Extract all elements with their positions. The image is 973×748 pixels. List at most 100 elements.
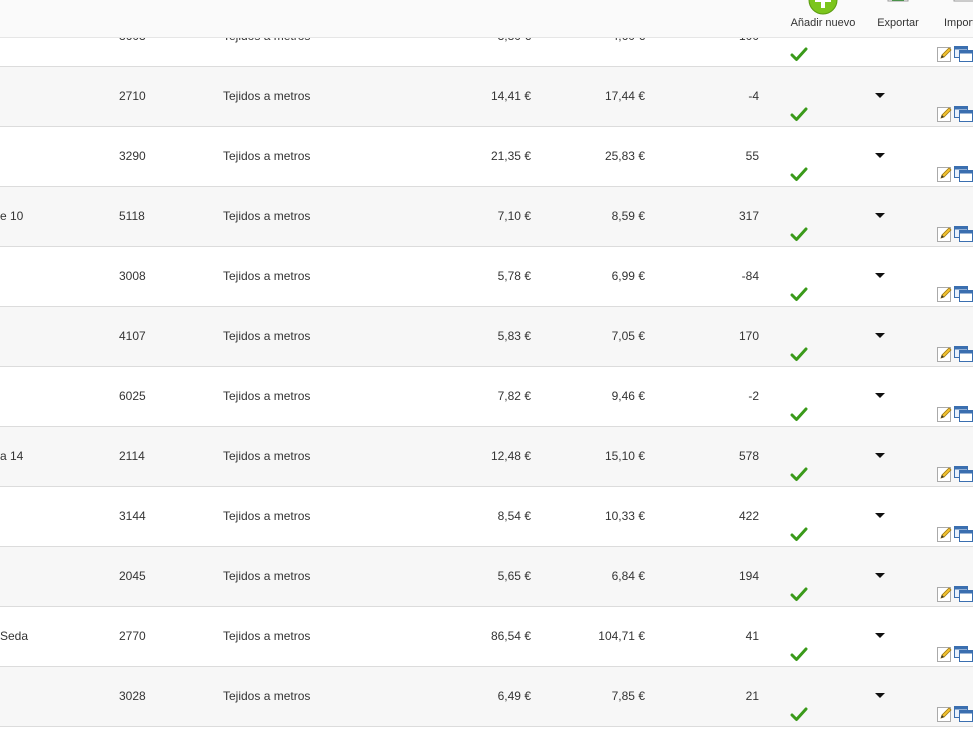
- status-check-icon[interactable]: [790, 89, 808, 121]
- caret-down-icon[interactable]: [875, 273, 885, 278]
- duplicate-icon[interactable]: [954, 569, 973, 602]
- category-cell: Tejidos a metros: [223, 389, 311, 403]
- table-row[interactable]: e 10 5118 Tejidos a metros 7,10 € 8,59 € 317: [0, 187, 973, 247]
- table-row[interactable]: Seda 2770 Tejidos a metros 86,54 € 104,71 € 4…: [0, 607, 973, 667]
- edit-icon[interactable]: [937, 509, 953, 542]
- base-price-cell: 6,49 €: [497, 689, 531, 703]
- duplicate-icon[interactable]: [954, 629, 973, 662]
- final-price-cell: 6,99 €: [611, 269, 645, 283]
- caret-down-icon[interactable]: [875, 333, 885, 338]
- base-price-cell: 14,41 €: [490, 89, 531, 103]
- reference-cell: 2114: [119, 449, 145, 463]
- reference-cell: 3008: [119, 269, 146, 283]
- duplicate-icon[interactable]: [954, 209, 973, 242]
- final-price-cell: 10,33 €: [604, 509, 645, 523]
- reference-cell: 6025: [119, 389, 146, 403]
- table-row[interactable]: 4107 Tejidos a metros 5,83 € 7,05 € 170: [0, 307, 973, 367]
- table-row[interactable]: 3008 Tejidos a metros 5,78 € 6,99 € -84: [0, 247, 973, 307]
- status-check-icon[interactable]: [790, 149, 808, 181]
- edit-icon[interactable]: [937, 449, 953, 482]
- caret-down-icon[interactable]: [875, 693, 885, 698]
- quantity-cell: -4: [748, 89, 759, 103]
- reference-cell: 2045: [119, 569, 146, 583]
- caret-down-icon[interactable]: [875, 93, 885, 98]
- status-check-icon[interactable]: [790, 569, 808, 601]
- base-price-cell: 86,54 €: [490, 629, 531, 643]
- caret-down-icon[interactable]: [875, 393, 885, 398]
- svg-text:x: x: [966, 0, 972, 3]
- status-check-icon[interactable]: [790, 689, 808, 721]
- table-row[interactable]: 2710 Tejidos a metros 14,41 € 17,44 € -4: [0, 67, 973, 127]
- export-label: Exportar: [877, 17, 919, 29]
- final-price-cell: 9,46 €: [611, 389, 645, 403]
- reference-cell: 2710: [119, 89, 146, 103]
- status-check-icon[interactable]: [790, 389, 808, 421]
- edit-icon[interactable]: [937, 629, 953, 662]
- quantity-cell: 55: [745, 149, 759, 163]
- product-name-cell: a 14: [0, 449, 24, 463]
- reference-cell: 3144: [119, 509, 146, 523]
- quantity-cell: 41: [745, 629, 759, 643]
- caret-down-icon[interactable]: [875, 213, 885, 218]
- caret-down-icon[interactable]: [875, 513, 885, 518]
- category-cell: Tejidos a metros: [223, 689, 311, 703]
- quantity-cell: 170: [738, 329, 759, 343]
- category-cell: Tejidos a metros: [223, 329, 311, 343]
- category-cell: Tejidos a metros: [223, 569, 311, 583]
- category-cell: Tejidos a metros: [223, 509, 311, 523]
- category-cell: Tejidos a metros: [223, 449, 311, 463]
- table-row[interactable]: 3290 Tejidos a metros 21,35 € 25,83 € 55: [0, 127, 973, 187]
- duplicate-icon[interactable]: [954, 449, 973, 482]
- duplicate-icon[interactable]: [954, 89, 973, 122]
- export-button[interactable]: x Exportar: [869, 0, 927, 37]
- duplicate-icon[interactable]: [954, 509, 973, 542]
- final-price-cell: 17,44 €: [604, 89, 645, 103]
- quantity-cell: -2: [748, 389, 759, 403]
- edit-icon[interactable]: [937, 89, 953, 122]
- edit-icon[interactable]: [937, 569, 953, 602]
- quantity-cell: 578: [738, 449, 759, 463]
- duplicate-icon[interactable]: [954, 329, 973, 362]
- export-excel-icon: x: [887, 0, 909, 3]
- final-price-cell: 7,05 €: [611, 329, 645, 343]
- base-price-cell: 5,83 €: [497, 329, 531, 343]
- duplicate-icon[interactable]: [954, 149, 973, 182]
- caret-down-icon[interactable]: [875, 633, 885, 638]
- duplicate-icon[interactable]: [954, 269, 973, 302]
- base-price-cell: 21,35 €: [490, 149, 531, 163]
- table-row[interactable]: 3028 Tejidos a metros 6,49 € 7,85 € 21: [0, 667, 973, 727]
- edit-icon[interactable]: [937, 269, 953, 302]
- product-name-cell: Seda: [0, 629, 29, 643]
- caret-down-icon[interactable]: [875, 153, 885, 158]
- edit-icon[interactable]: [937, 149, 953, 182]
- duplicate-icon[interactable]: [954, 689, 973, 722]
- reference-cell: 3290: [119, 149, 146, 163]
- edit-icon[interactable]: [937, 209, 953, 242]
- reference-cell: 2770: [119, 629, 146, 643]
- edit-icon[interactable]: [937, 689, 953, 722]
- reference-cell: 3028: [119, 689, 146, 703]
- edit-icon[interactable]: [937, 329, 953, 362]
- duplicate-icon[interactable]: [954, 389, 973, 422]
- table-row[interactable]: 6025 Tejidos a metros 7,82 € 9,46 € -2: [0, 367, 973, 427]
- final-price-cell: 25,83 €: [604, 149, 645, 163]
- status-check-icon[interactable]: [790, 509, 808, 541]
- table-row[interactable]: 2045 Tejidos a metros 5,65 € 6,84 € 194: [0, 547, 973, 607]
- import-button[interactable]: x Import: [934, 0, 973, 37]
- status-check-icon[interactable]: [790, 269, 808, 301]
- add-new-button[interactable]: Añadir nuevo: [783, 0, 863, 37]
- base-price-cell: 5,78 €: [497, 269, 531, 283]
- quantity-cell: -84: [741, 269, 759, 283]
- status-check-icon[interactable]: [790, 449, 808, 481]
- base-price-cell: 12,48 €: [490, 449, 531, 463]
- import-excel-icon: x: [953, 0, 973, 3]
- table-row[interactable]: a 14 2114 Tejidos a metros 12,48 € 15,10 € 57…: [0, 427, 973, 487]
- caret-down-icon[interactable]: [875, 573, 885, 578]
- status-check-icon[interactable]: [790, 629, 808, 661]
- status-check-icon[interactable]: [790, 329, 808, 361]
- table-row[interactable]: 3144 Tejidos a metros 8,54 € 10,33 € 422: [0, 487, 973, 547]
- caret-down-icon[interactable]: [875, 453, 885, 458]
- status-check-icon[interactable]: [790, 209, 808, 241]
- edit-icon[interactable]: [937, 389, 953, 422]
- final-price-cell: 15,10 €: [604, 449, 645, 463]
